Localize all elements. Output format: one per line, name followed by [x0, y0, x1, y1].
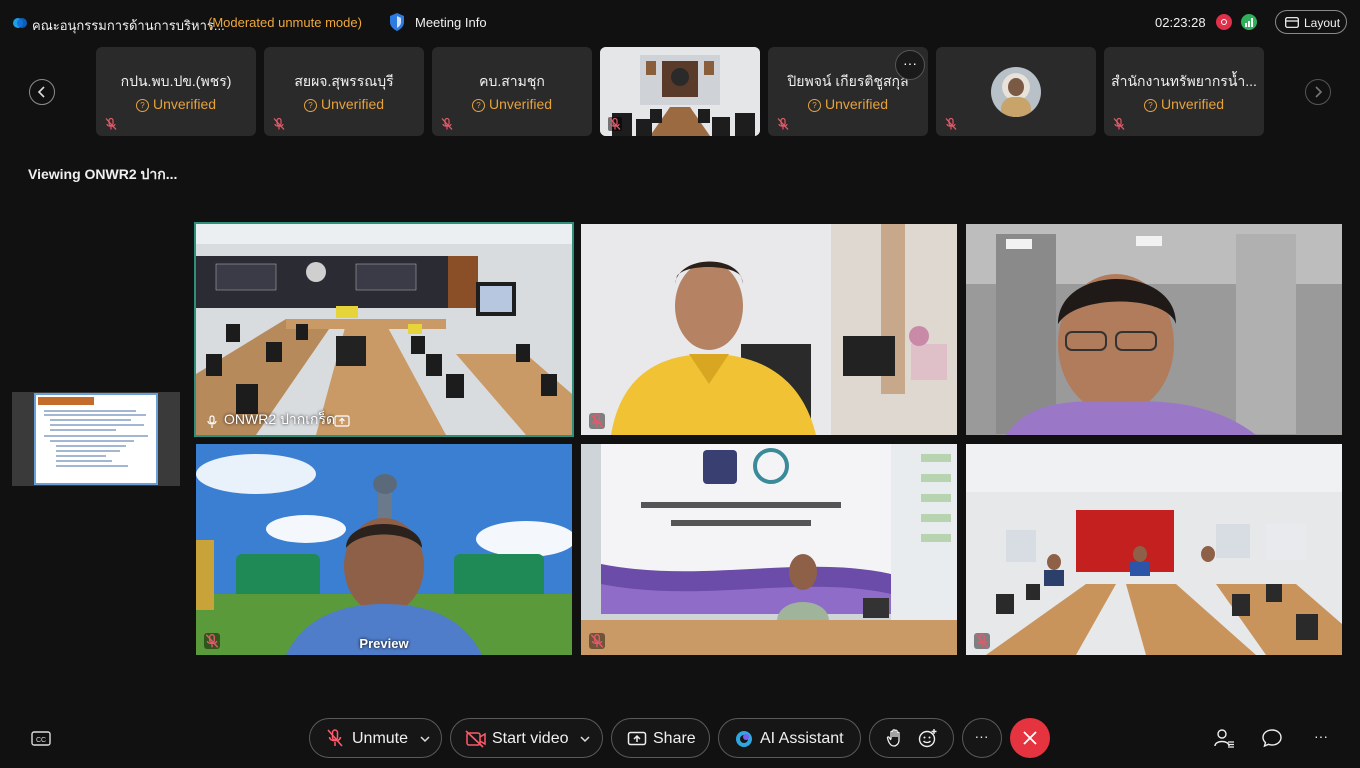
verification-status: ? Unverified [768, 96, 928, 112]
muted-mic-icon [777, 117, 789, 130]
participant-video-tile[interactable] [966, 224, 1342, 435]
muted-mic-icon [273, 117, 285, 130]
more-menu-button[interactable]: ··· [1310, 728, 1332, 750]
layout-button[interactable]: Layout [1275, 10, 1347, 34]
shield-icon[interactable] [388, 12, 406, 32]
participant-name-label: ONWR2 ปากเกร็ด [224, 411, 336, 427]
moderated-mode-label: (Moderated unmute mode) [208, 15, 362, 30]
unmute-button[interactable]: Unmute [309, 718, 442, 758]
layout-label: Layout [1304, 16, 1341, 30]
muted-mic-icon [589, 633, 605, 649]
chevron-down-icon[interactable] [580, 736, 590, 743]
question-icon: ? [1143, 99, 1157, 112]
share-button[interactable]: Share [611, 718, 710, 758]
question-icon: ? [135, 99, 149, 112]
ai-assistant-button[interactable]: AI Assistant [718, 718, 861, 758]
participant-video-tile[interactable] [581, 224, 957, 435]
participant-name: สำนักงานทรัพยากรน้ำ... [1111, 73, 1257, 89]
closed-captions-icon[interactable]: CC [30, 728, 52, 750]
participant-video [581, 444, 957, 655]
raise-hand-icon[interactable] [886, 728, 904, 748]
svg-text:CC: CC [36, 737, 46, 744]
strip-prev-button[interactable] [29, 79, 55, 105]
emoji-reaction-icon[interactable] [918, 728, 938, 748]
muted-mic-icon [105, 117, 117, 130]
participant-tile[interactable]: สำนักงานทรัพยากรน้ำ... ? Unverified [1104, 47, 1264, 136]
avatar [991, 67, 1041, 117]
chat-icon[interactable] [1261, 727, 1283, 749]
muted-mic-icon [441, 117, 453, 130]
meeting-room-video [600, 47, 760, 136]
verification-status: ? Unverified [264, 96, 424, 112]
participant-more-options-button[interactable]: ··· [895, 50, 925, 80]
chevron-left-icon [37, 86, 45, 98]
muted-mic-icon [1113, 117, 1125, 130]
document-preview [38, 397, 148, 467]
participant-video [966, 444, 1342, 655]
shared-document-thumbnail[interactable] [34, 393, 158, 485]
ai-assistant-label: AI Assistant [760, 730, 844, 747]
strip-next-button[interactable] [1305, 79, 1331, 105]
network-signal-icon[interactable] [1241, 14, 1257, 30]
start-video-label: Start video [492, 730, 569, 747]
participants-icon[interactable] [1213, 727, 1235, 749]
layout-icon [1285, 17, 1299, 28]
participant-name: คบ.สามชุก [479, 73, 545, 89]
participant-video-tile[interactable] [966, 444, 1342, 655]
muted-mic-icon [974, 633, 990, 649]
status-label: Unverified [152, 96, 217, 112]
meeting-timer: 02:23:28 [1155, 15, 1206, 30]
verification-status: ? Unverified [1104, 96, 1264, 112]
conference-room-video [196, 224, 572, 435]
muted-mic-icon [589, 413, 605, 429]
more-options-button[interactable]: ··· [962, 718, 1002, 758]
status-label: Unverified [1160, 96, 1225, 112]
participant-tile[interactable]: สยผจ.สุพรรณบุรี ? Unverified [264, 47, 424, 136]
viewing-status: Viewing ONWR2 ปาก... [28, 166, 178, 182]
status-label: Unverified [320, 96, 385, 112]
participant-name: สยผจ.สุพรรณบุรี [294, 73, 394, 89]
participant-tile[interactable]: กปน.พบ.ปข.(พชร) ? Unverified [96, 47, 256, 136]
verification-status: ? Unverified [432, 96, 592, 112]
question-icon: ? [471, 99, 485, 112]
muted-mic-icon [327, 729, 343, 747]
participant-name: กปน.พบ.ปข.(พชร) [120, 73, 232, 89]
preview-label: Preview [359, 636, 409, 651]
share-screen-icon [627, 731, 647, 746]
share-label: Share [653, 730, 696, 747]
participant-tile[interactable] [936, 47, 1096, 136]
chevron-down-icon[interactable] [420, 736, 430, 743]
muted-mic-icon [945, 117, 957, 130]
microphone-icon [207, 415, 217, 428]
video-off-icon [465, 730, 486, 748]
more-options-label: ··· [974, 728, 989, 744]
chevron-right-icon [1315, 86, 1323, 98]
status-label: Unverified [824, 96, 889, 112]
screen-share-icon [334, 415, 350, 427]
meeting-title[interactable]: คณะอนุกรรมการด้านการบริหาร... [32, 15, 225, 36]
self-preview-video-tile[interactable]: Preview [196, 444, 572, 655]
participant-video [966, 224, 1342, 435]
ai-assistant-icon [736, 731, 752, 747]
top-bar: คณะอนุกรรมการด้านการบริหาร... (Moderated… [0, 0, 1360, 46]
start-video-button[interactable]: Start video [450, 718, 603, 758]
question-icon: ? [807, 99, 821, 112]
leave-meeting-button[interactable] [1010, 718, 1050, 758]
reactions-group [869, 718, 954, 758]
status-label: Unverified [488, 96, 553, 112]
active-speaker-video-tile[interactable]: ONWR2 ปากเกร็ด [194, 222, 574, 437]
participant-video [581, 224, 957, 435]
recording-icon[interactable] [1216, 14, 1232, 30]
verification-status: ? Unverified [96, 96, 256, 112]
muted-mic-icon [608, 117, 622, 131]
participant-tile[interactable]: คบ.สามชุก ? Unverified [432, 47, 592, 136]
unmute-label: Unmute [352, 730, 409, 747]
meeting-info-button[interactable]: Meeting Info [415, 15, 487, 30]
question-icon: ? [303, 99, 317, 112]
participant-video-tile[interactable] [600, 47, 760, 136]
participant-video-tile[interactable] [581, 444, 957, 655]
webex-logo-icon [13, 18, 27, 28]
close-icon [1023, 731, 1037, 745]
self-video [196, 444, 572, 655]
